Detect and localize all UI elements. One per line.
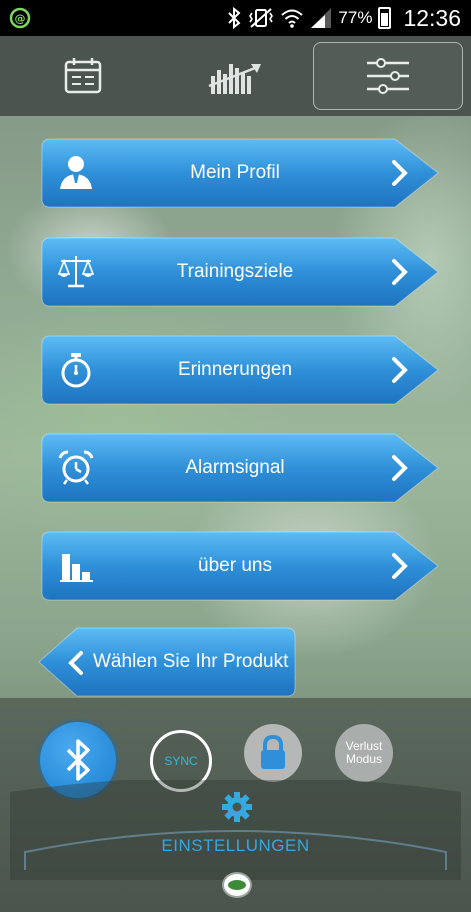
chevron-right-icon <box>392 553 408 579</box>
app-notification-icon: @ <box>9 7 31 29</box>
battery-percentage: 77% <box>338 8 373 27</box>
calendar-icon <box>64 58 102 94</box>
menu-item-label: über uns <box>198 555 272 576</box>
top-toolbar <box>0 36 471 116</box>
sync-label: SYNC <box>164 754 198 768</box>
settings-tab-button[interactable] <box>313 42 463 110</box>
statistics-icon <box>208 64 261 94</box>
menu-item-alarmsignal[interactable]: Alarmsignal <box>40 432 440 504</box>
menu-item-trainingsziele[interactable]: Trainingsziele <box>40 236 440 308</box>
statistics-button[interactable] <box>160 42 310 110</box>
chevron-right-icon <box>392 455 408 481</box>
scale-icon <box>57 256 95 288</box>
menu-item-ueber-uns[interactable]: über uns <box>40 530 440 602</box>
sliders-icon <box>367 58 409 94</box>
chevron-right-icon <box>392 160 408 186</box>
brand-logo <box>222 872 252 898</box>
alarm-clock-icon <box>58 450 94 485</box>
menu-item-label: Alarmsignal <box>185 457 285 478</box>
profile-icon <box>60 156 92 189</box>
lock-icon <box>261 734 285 769</box>
menu-item-label: Trainingsziele <box>176 261 294 282</box>
chevron-left-icon <box>68 651 83 675</box>
menu-item-label: Mein Profil <box>190 162 280 183</box>
svg-text:@: @ <box>15 12 26 25</box>
calendar-button[interactable] <box>8 42 158 110</box>
wifi-icon <box>281 9 304 28</box>
select-product-button[interactable]: Wählen Sie Ihr Produkt <box>37 626 297 698</box>
chevron-right-icon <box>392 259 408 285</box>
status-bar: @ 77% 12:36 <box>0 0 471 36</box>
bluetooth-status-icon <box>228 6 241 30</box>
lost-mode-button[interactable]: Verlust Modus <box>335 724 393 782</box>
chevron-right-icon <box>392 357 408 383</box>
mute-vibrate-icon <box>249 8 274 28</box>
menu-item-mein-profil[interactable]: Mein Profil <box>40 137 440 209</box>
select-product-label: Wählen Sie Ihr Produkt <box>93 651 289 672</box>
bar-chart-icon <box>60 554 93 582</box>
signal-icon <box>311 8 332 28</box>
menu-item-erinnerungen[interactable]: Erinnerungen <box>40 334 440 406</box>
settings-section-label: EINSTELLUNGEN <box>161 836 310 855</box>
menu-item-label: Erinnerungen <box>177 359 293 380</box>
status-clock: 12:36 <box>403 4 461 31</box>
stopwatch-icon <box>61 353 91 388</box>
lost-mode-label-line2: Modus <box>345 752 383 766</box>
brand-logo-mark <box>228 880 246 890</box>
lock-button[interactable] <box>244 724 302 782</box>
lost-mode-label: Verlust Modus <box>346 740 383 766</box>
battery-icon <box>378 7 392 29</box>
settings-gear-icon <box>222 792 252 822</box>
